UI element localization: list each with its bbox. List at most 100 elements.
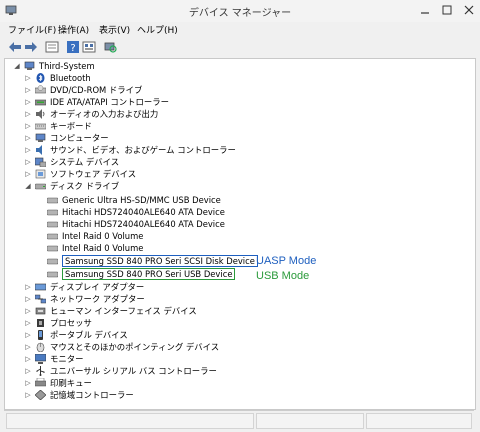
- disk-drive-icon: [46, 219, 59, 229]
- expand-arrow-icon[interactable]: ▷: [24, 319, 32, 327]
- toolbar: ?: [0, 38, 480, 56]
- category-bluetooth[interactable]: ▷ Bluetooth: [24, 72, 91, 84]
- help-icon[interactable]: ?: [66, 40, 80, 54]
- disk-item[interactable]: Intel Raid 0 Volume: [46, 230, 144, 242]
- expand-arrow-icon[interactable]: ▷: [24, 110, 32, 118]
- tree-root[interactable]: ◢ Third-System: [13, 60, 95, 72]
- category-monitor[interactable]: ▷ モニター: [24, 353, 84, 365]
- category-label: 記憶域コントローラー: [50, 390, 134, 400]
- category-portable-device[interactable]: ▷ ポータブル デバイス: [24, 329, 128, 341]
- disk-item[interactable]: Intel Raid 0 Volume: [46, 242, 143, 254]
- category-usb-controller[interactable]: ▷ ユニバーサル シリアル バス コントローラー: [24, 365, 217, 377]
- disk-item[interactable]: Hitachi HDS724040ALE640 ATA Device: [46, 206, 225, 218]
- category-mouse[interactable]: ▷ マウスとそのほかのポインティング デバイス: [24, 341, 219, 353]
- expand-arrow-icon[interactable]: ▷: [24, 122, 32, 130]
- category-label: ソフトウェア デバイス: [50, 169, 137, 179]
- bluetooth-icon: [35, 73, 46, 83]
- menu-file[interactable]: ファイル(F): [8, 23, 56, 36]
- device-list-icon[interactable]: [82, 40, 96, 54]
- expand-arrow-icon[interactable]: ▷: [24, 283, 32, 291]
- expand-arrow-icon[interactable]: ▷: [24, 307, 32, 315]
- sound-icon: [35, 145, 46, 155]
- category-label: ネットワーク アダプター: [50, 294, 145, 304]
- minimize-button[interactable]: [418, 3, 432, 17]
- expand-arrow-icon[interactable]: ▷: [24, 146, 32, 154]
- back-arrow-icon[interactable]: [8, 40, 22, 54]
- expand-arrow-icon[interactable]: ▷: [24, 331, 32, 339]
- category-label: オーディオの入力および出力: [50, 109, 159, 119]
- disk-item[interactable]: Hitachi HDS724040ALE640 ATA Device: [46, 218, 225, 230]
- category-label: ユニバーサル シリアル バス コントローラー: [50, 366, 217, 376]
- expand-arrow-icon[interactable]: ▷: [24, 391, 32, 399]
- category-processor[interactable]: ▷ プロセッサ: [24, 317, 92, 329]
- expand-arrow-icon[interactable]: ▷: [24, 355, 32, 363]
- disk-label: Hitachi HDS724040ALE640 ATA Device: [62, 219, 225, 229]
- category-hid[interactable]: ▷ ヒューマン インターフェイス デバイス: [24, 305, 196, 317]
- category-system-device[interactable]: ▷ システム デバイス: [24, 156, 119, 168]
- expand-arrow-icon[interactable]: ▷: [24, 170, 32, 178]
- menu-view[interactable]: 表示(V): [99, 23, 130, 36]
- collapse-arrow-icon[interactable]: ◢: [24, 182, 32, 190]
- status-bar: [4, 410, 474, 429]
- expand-arrow-icon[interactable]: ▷: [24, 98, 32, 106]
- status-cell: [6, 413, 254, 429]
- category-software-device[interactable]: ▷ ソフトウェア デバイス: [24, 168, 136, 180]
- status-cell: [366, 413, 472, 429]
- svg-text:?: ?: [70, 43, 75, 53]
- disk-drive-icon: [46, 256, 59, 266]
- category-dvd-drive[interactable]: ▷ DVD/CD-ROM ドライブ: [24, 84, 142, 96]
- forward-arrow-icon[interactable]: [24, 40, 38, 54]
- category-label: ポータブル デバイス: [50, 330, 128, 340]
- collapse-arrow-icon[interactable]: ◢: [13, 62, 21, 70]
- category-ide-controller[interactable]: ▷ IDE ATA/ATAPI コントローラー: [24, 96, 169, 108]
- expand-arrow-icon[interactable]: ▷: [24, 379, 32, 387]
- category-label: 印刷キュー: [50, 378, 92, 388]
- maximize-button[interactable]: [440, 3, 454, 17]
- disk-item-usb[interactable]: Samsung SSD 840 PRO Seri USB Device: [46, 268, 236, 280]
- category-disk-drives[interactable]: ◢ ディスク ドライブ: [24, 180, 119, 192]
- mouse-icon: [35, 342, 46, 353]
- menu-help[interactable]: ヘルプ(H): [137, 23, 178, 36]
- expand-arrow-icon[interactable]: ▷: [24, 158, 32, 166]
- disk-label-usb: Samsung SSD 840 PRO Seri USB Device: [62, 268, 236, 280]
- expand-arrow-icon[interactable]: ▷: [24, 343, 32, 351]
- display-adapter-icon: [34, 282, 47, 292]
- disk-drive-icon: [46, 207, 59, 217]
- keyboard-icon: [34, 121, 47, 131]
- properties-view-icon[interactable]: [45, 40, 59, 54]
- category-storage-controller[interactable]: ▷ 記憶域コントローラー: [24, 389, 134, 401]
- disk-item[interactable]: Generic Ultra HS-SD/MMC USB Device: [46, 194, 221, 206]
- title-bar: デバイス マネージャー: [0, 0, 480, 22]
- close-button[interactable]: [462, 3, 476, 17]
- usb-controller-icon: [35, 366, 46, 376]
- status-cell: [256, 413, 364, 429]
- disk-drive-icon: [34, 181, 47, 191]
- category-network-adapter[interactable]: ▷ ネットワーク アダプター: [24, 293, 145, 305]
- category-audio[interactable]: ▷ オーディオの入力および出力: [24, 108, 158, 120]
- category-display-adapter[interactable]: ▷ ディスプレイ アダプター: [24, 281, 144, 293]
- disk-drive-icon: [46, 269, 59, 279]
- disk-item-uasp[interactable]: Samsung SSD 840 PRO Seri SCSI Disk Devic…: [46, 255, 258, 267]
- menu-action[interactable]: 操作(A): [58, 23, 89, 36]
- device-tree: ◢ Third-System ▷ Bluetooth ▷ DVD/CD-ROM …: [4, 58, 476, 410]
- expand-arrow-icon[interactable]: ▷: [24, 74, 32, 82]
- expand-arrow-icon[interactable]: ▷: [24, 86, 32, 94]
- expand-arrow-icon[interactable]: ▷: [24, 134, 32, 142]
- disk-label: Generic Ultra HS-SD/MMC USB Device: [62, 195, 221, 205]
- expand-arrow-icon[interactable]: ▷: [24, 295, 32, 303]
- category-sound[interactable]: ▷ サウンド、ビデオ、およびゲーム コントローラー: [24, 144, 236, 156]
- category-print-queue[interactable]: ▷ 印刷キュー: [24, 377, 92, 389]
- expand-arrow-icon[interactable]: ▷: [24, 367, 32, 375]
- category-keyboard[interactable]: ▷ キーボード: [24, 120, 92, 132]
- computer-icon: [35, 133, 46, 143]
- category-label: Bluetooth: [50, 73, 91, 83]
- category-computer[interactable]: ▷ コンピューター: [24, 132, 108, 144]
- category-label: システム デバイス: [50, 157, 120, 167]
- disk-label: Intel Raid 0 Volume: [62, 231, 144, 241]
- disk-drive-icon: [46, 195, 59, 205]
- uasp-mode-annotation: UASP Mode: [256, 255, 317, 267]
- tree-root-label: Third-System: [39, 61, 95, 71]
- scan-hardware-icon[interactable]: [103, 40, 117, 54]
- category-label: プロセッサ: [50, 318, 92, 328]
- network-adapter-icon: [34, 294, 47, 304]
